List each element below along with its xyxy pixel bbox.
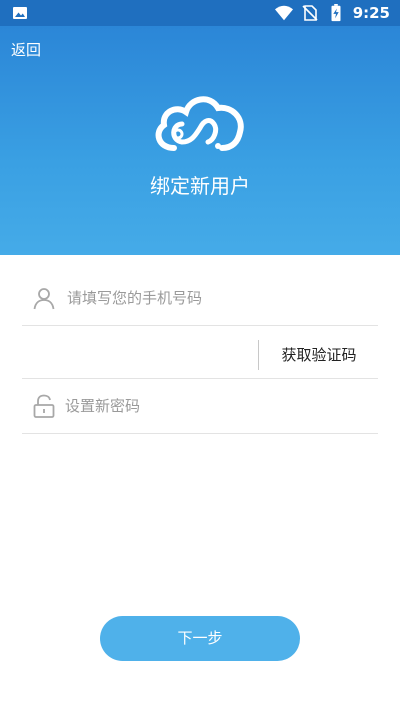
lock-icon (33, 394, 55, 418)
cloud-logo-icon (155, 96, 244, 151)
get-code-button[interactable]: 获取验证码 (270, 338, 368, 372)
verification-code-row: 获取验证码 (22, 324, 378, 379)
code-divider (258, 340, 259, 370)
status-icons: 9:25 (274, 0, 390, 26)
verification-code-input[interactable] (26, 334, 246, 368)
status-bar: 9:25 (0, 0, 400, 26)
header-banner: 返回 绑定新用户 (0, 26, 400, 255)
phone-input[interactable] (67, 281, 367, 315)
password-row (22, 379, 378, 434)
clock-time: 9:25 (352, 4, 390, 22)
battery-charging-icon (331, 4, 341, 22)
image-icon (13, 7, 27, 19)
back-button[interactable]: 返回 (11, 39, 41, 60)
bind-new-user-screen: 9:25 返回 绑定新用户 获取验证码 下一步 (0, 0, 400, 711)
wifi-icon (274, 5, 293, 21)
new-password-input[interactable] (65, 389, 365, 423)
next-button[interactable]: 下一步 (100, 616, 300, 661)
phone-row (22, 271, 378, 326)
no-sim-icon (302, 5, 318, 21)
user-icon (33, 288, 55, 310)
page-title: 绑定新用户 (150, 174, 250, 198)
